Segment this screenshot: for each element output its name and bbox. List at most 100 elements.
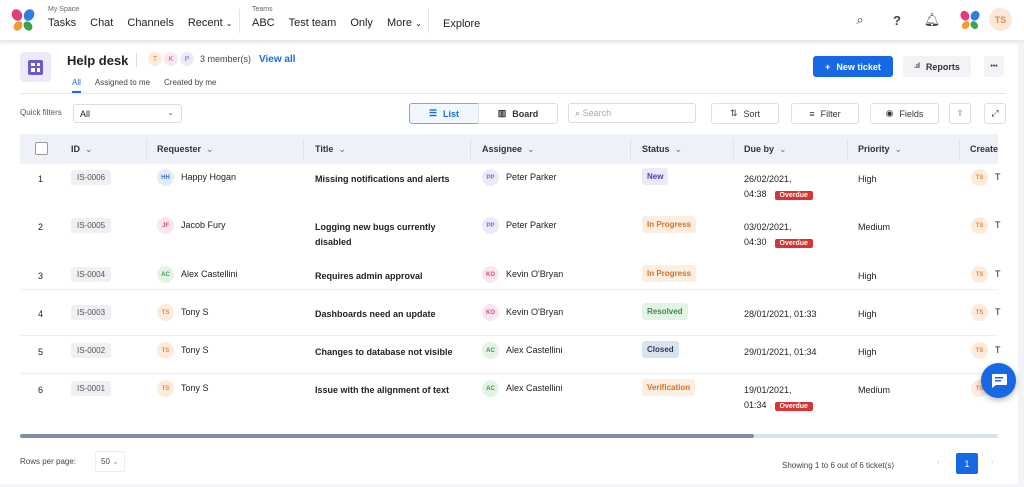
column-divider[interactable]	[959, 139, 960, 159]
ticket-id[interactable]: IS-0002	[71, 343, 112, 358]
reports-button[interactable]: .ıl Reports	[903, 56, 971, 77]
ticket-id[interactable]: IS-0004	[71, 267, 112, 282]
column-divider[interactable]	[470, 139, 471, 159]
nav-chat[interactable]: Chat	[90, 17, 113, 29]
list-view-button[interactable]: ☰ List	[409, 103, 479, 124]
table-row[interactable]: 1 IS-0006 HH Happy Hogan Missing notifica…	[20, 168, 1001, 216]
table-row[interactable]: 6 IS-0001 TS Tony S Issue with the alignm…	[20, 379, 1001, 431]
horizontal-scrollbar[interactable]	[20, 434, 998, 438]
created-by: TS T	[971, 304, 1001, 321]
user-avatar[interactable]: TS	[989, 8, 1012, 31]
member-count: 3 member(s)	[200, 54, 252, 64]
table-header: ID ⌄ Requester ⌄ Title ⌄ Assignee ⌄ Status ⌄ …	[20, 134, 998, 164]
apps-logo-icon[interactable]	[959, 9, 981, 31]
assignee-name: Alex Castellini	[506, 382, 563, 393]
column-id[interactable]: ID ⌄	[71, 144, 93, 155]
bell-icon[interactable]: 🔔︎	[922, 10, 942, 30]
board-view-button[interactable]: ▥ Board	[478, 103, 558, 124]
created-by-name: T	[995, 171, 1001, 182]
ticket-title[interactable]: Issue with the alignment of text	[315, 383, 449, 398]
ticket-id[interactable]: IS-0001	[71, 381, 112, 396]
ticket-title[interactable]: Changes to database not visible	[315, 345, 453, 360]
quick-filter-select[interactable]: All ⌄	[73, 104, 182, 123]
requester: TS Tony S	[157, 304, 209, 321]
filter-button[interactable]: ≡ Filter	[791, 103, 859, 124]
status-badge[interactable]: New	[642, 168, 669, 185]
divider	[136, 53, 137, 67]
column-assignee[interactable]: Assignee ⌄	[482, 144, 535, 155]
fields-label: Fields	[899, 108, 924, 119]
ticket-title[interactable]: Dashboards need an update	[315, 307, 436, 322]
nav-more[interactable]: More ⌄	[387, 17, 422, 29]
app-logo[interactable]	[10, 7, 36, 33]
ticket-title[interactable]: Requires admin approval	[315, 269, 423, 284]
column-title[interactable]: Title ⌄	[315, 144, 346, 155]
export-button[interactable]: ⇧	[949, 103, 971, 124]
rows-per-page-label: Rows per page:	[20, 457, 77, 466]
table-row[interactable]: 4 IS-0003 TS Tony S Dashboards need an up…	[20, 303, 1001, 345]
column-divider[interactable]	[733, 139, 734, 159]
new-ticket-button[interactable]: + New ticket	[813, 56, 893, 77]
sort-button[interactable]: ⇅ Sort	[711, 103, 779, 124]
ticket-id[interactable]: IS-0005	[71, 218, 112, 233]
more-options-button[interactable]: •••	[984, 56, 1004, 77]
column-divider[interactable]	[303, 139, 304, 159]
expand-button[interactable]: ⤢	[984, 103, 1006, 124]
nav-team-only[interactable]: Only	[350, 17, 373, 29]
nav-team-test-team[interactable]: Test team	[289, 17, 337, 29]
requester: TS Tony S	[157, 380, 209, 397]
chat-fab-button[interactable]	[981, 363, 1016, 398]
select-all-checkbox[interactable]	[35, 142, 48, 155]
list-label: List	[443, 108, 460, 119]
status-badge[interactable]: Closed	[642, 341, 679, 358]
status-badge[interactable]: Verification	[642, 379, 696, 396]
due-by: 29/01/2021, 01:34	[744, 347, 817, 357]
column-assignee-label: Assignee	[482, 144, 523, 154]
requester-name: Happy Hogan	[181, 171, 237, 182]
chevron-down-icon: ⌄	[894, 144, 903, 154]
search-icon[interactable]: ⌕	[850, 10, 870, 30]
due-time: 01:34	[744, 400, 767, 410]
ticket-title[interactable]: Logging new bugs currently disabled	[315, 220, 436, 250]
next-page-button[interactable]: ›	[991, 457, 994, 466]
nav-tasks[interactable]: Tasks	[48, 17, 76, 29]
rows-per-page-select[interactable]: 50 ⌄	[95, 451, 125, 472]
tab-assigned-to-me[interactable]: Assigned to me	[95, 78, 150, 93]
ticket-title[interactable]: Missing notifications and alerts	[315, 172, 450, 187]
ticket-id[interactable]: IS-0003	[71, 305, 112, 320]
table-row[interactable]: 5 IS-0002 TS Tony S Changes to database n…	[20, 341, 1001, 383]
column-requester[interactable]: Requester ⌄	[157, 144, 214, 155]
status-badge[interactable]: In Progress	[642, 216, 697, 233]
sort-icon: ⇅	[729, 108, 738, 118]
due-time: 04:38	[744, 189, 767, 199]
assignee-avatar: PP	[482, 169, 499, 186]
column-divider[interactable]	[630, 139, 631, 159]
status-badge[interactable]: Resolved	[642, 303, 688, 320]
table-row[interactable]: 2 IS-0005 JF Jacob Fury Logging new bugs …	[20, 216, 1001, 270]
column-divider[interactable]	[847, 139, 848, 159]
nav-channels[interactable]: Channels	[127, 17, 173, 29]
table-row[interactable]: 3 IS-0004 AC Alex Castellini Requires adm…	[20, 265, 1001, 299]
view-all-link[interactable]: View all	[259, 54, 296, 65]
column-due-by[interactable]: Due by ⌄	[744, 144, 787, 155]
column-created[interactable]: Create	[970, 144, 998, 154]
search-input[interactable]: ⌕ Search	[568, 103, 696, 123]
nav-team-abc[interactable]: ABC	[252, 17, 275, 29]
tab-created-by-me[interactable]: Created by me	[164, 78, 216, 93]
help-icon[interactable]: ?	[887, 10, 907, 30]
ticket-id[interactable]: IS-0006	[71, 170, 112, 185]
column-status[interactable]: Status ⌄	[642, 144, 682, 155]
new-ticket-label: New ticket	[836, 61, 881, 72]
fields-button[interactable]: ◉ Fields	[870, 103, 939, 124]
status-badge[interactable]: In Progress	[642, 265, 697, 282]
created-by: TS T	[971, 342, 1001, 359]
tab-all[interactable]: All	[72, 78, 81, 93]
column-divider[interactable]	[146, 139, 147, 159]
nav-recent[interactable]: Recent ⌄	[188, 17, 233, 29]
helpdesk-app-icon	[20, 52, 51, 82]
column-priority[interactable]: Priority ⌄	[858, 144, 902, 155]
scrollbar-thumb[interactable]	[20, 434, 754, 438]
page-1-button[interactable]: 1	[956, 453, 978, 474]
nav-explore[interactable]: Explore	[443, 18, 480, 30]
prev-page-button[interactable]: ‹	[937, 457, 940, 466]
